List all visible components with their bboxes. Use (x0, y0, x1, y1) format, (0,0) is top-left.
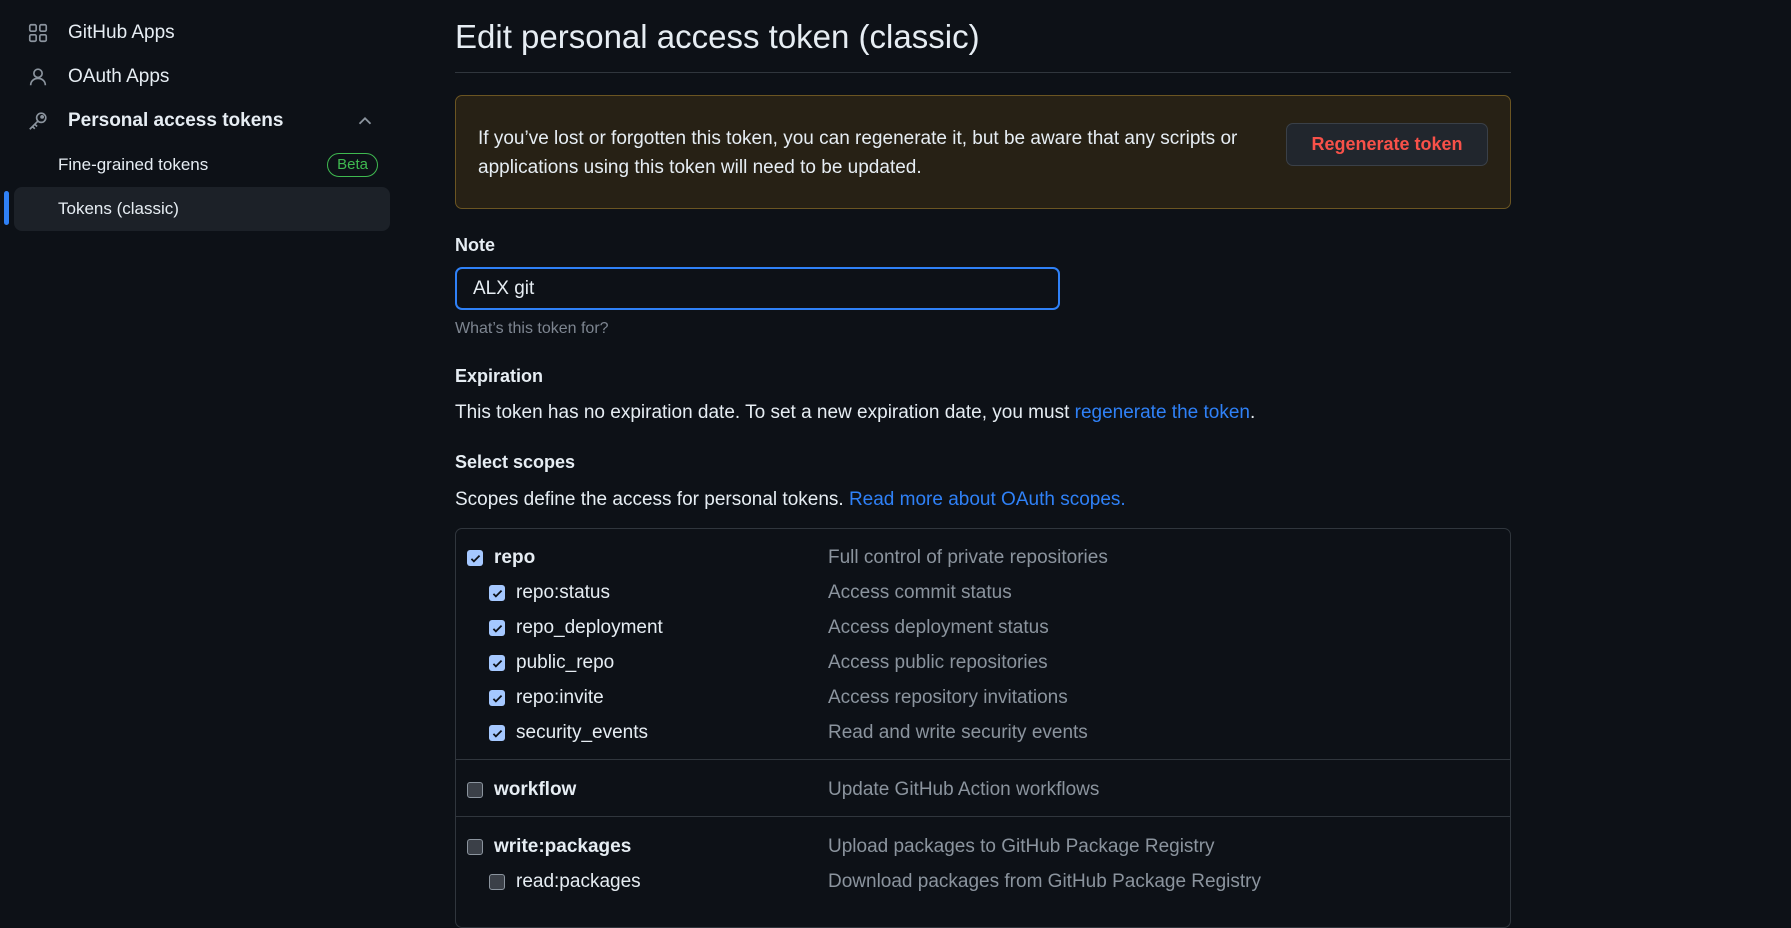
scope-description: Read and write security events (828, 722, 1088, 743)
sidebar-item-label: GitHub Apps (68, 22, 175, 43)
sidebar-item-label: Fine-grained tokens (58, 155, 209, 174)
scope-divider (456, 759, 1510, 760)
scope-name: repo:status (516, 582, 610, 603)
scope-row-repo: repo Full control of private repositorie… (456, 541, 1510, 575)
scope-name: read:packages (516, 871, 641, 892)
scope-row-workflow: workflow Update GitHub Action workflows (456, 773, 1510, 807)
apps-grid-icon (26, 21, 50, 45)
scope-row-security-events: security_events Read and write security … (456, 716, 1510, 750)
note-hint: What’s this token for? (455, 320, 609, 337)
scope-name: repo (494, 547, 536, 568)
scope-description: Access repository invitations (828, 687, 1068, 708)
scopes-list: repo Full control of private repositorie… (455, 528, 1511, 928)
scope-row-public-repo: public_repo Access public repositories (456, 646, 1510, 680)
scope-description: Access deployment status (828, 617, 1049, 638)
scope-description: Update GitHub Action workflows (828, 779, 1100, 800)
scope-divider (456, 816, 1510, 817)
scopes-text-body: Scopes define the access for personal to… (455, 489, 849, 510)
scope-name: write:packages (494, 836, 632, 857)
note-input[interactable] (455, 267, 1060, 310)
beta-badge: Beta (327, 153, 378, 177)
sidebar-item-oauth-apps[interactable]: OAuth Apps (14, 56, 390, 98)
scope-name: public_repo (516, 652, 615, 673)
scope-checkbox[interactable] (489, 690, 505, 706)
settings-sidebar: GitHub Apps OAuth Apps Personal access t… (0, 0, 400, 889)
person-icon (26, 65, 50, 89)
scope-checkbox[interactable] (489, 874, 505, 890)
scope-name: repo_deployment (516, 617, 663, 638)
scopes-text: Scopes define the access for personal to… (455, 489, 1126, 511)
scope-checkbox[interactable] (467, 782, 483, 798)
scope-checkbox[interactable] (489, 585, 505, 601)
scope-row-write-packages: write:packages Upload packages to GitHub… (456, 830, 1510, 864)
regenerate-token-link[interactable]: regenerate the token (1075, 402, 1250, 423)
key-icon (26, 109, 50, 133)
scope-description: Download packages from GitHub Package Re… (828, 871, 1261, 892)
note-label: Note (455, 235, 495, 255)
sidebar-item-label: OAuth Apps (68, 66, 170, 87)
page-title: Edit personal access token (classic) (455, 18, 980, 55)
scopes-label: Select scopes (455, 452, 576, 472)
chevron-up-icon[interactable] (354, 110, 376, 132)
scope-name: security_events (516, 722, 649, 743)
scope-description: Upload packages to GitHub Package Regist… (828, 836, 1215, 857)
scope-checkbox[interactable] (467, 839, 483, 855)
oauth-scopes-link[interactable]: Read more about OAuth scopes. (849, 489, 1126, 510)
expiration-text-body: This token has no expiration date. To se… (455, 402, 1075, 423)
regenerate-token-button[interactable]: Regenerate token (1286, 123, 1488, 166)
regenerate-warning: If you’ve lost or forgotten this token, … (455, 95, 1511, 209)
scope-row-read-packages: read:packages Download packages from Git… (456, 865, 1510, 899)
active-indicator (4, 191, 9, 225)
sidebar-item-personal-access-tokens[interactable]: Personal access tokens (14, 100, 390, 142)
scope-checkbox[interactable] (489, 620, 505, 636)
sidebar-item-label: Personal access tokens (68, 110, 284, 131)
warning-text: If you’ve lost or forgotten this token, … (478, 128, 1238, 178)
scope-checkbox[interactable] (489, 725, 505, 741)
sidebar-item-github-apps[interactable]: GitHub Apps (14, 12, 390, 54)
sidebar-item-label: Tokens (classic) (58, 199, 179, 218)
scope-row-repo-status: repo:status Access commit status (456, 576, 1510, 610)
scope-checkbox[interactable] (467, 550, 483, 566)
expiration-label: Expiration (455, 366, 544, 386)
scope-name: repo:invite (516, 687, 604, 708)
scope-description: Access commit status (828, 582, 1012, 603)
scope-name: workflow (494, 779, 577, 800)
scope-row-repo-invite: repo:invite Access repository invitation… (456, 681, 1510, 715)
sidebar-item-tokens-classic[interactable]: Tokens (classic) (14, 187, 390, 231)
divider (455, 72, 1511, 73)
scope-row-repo-deployment: repo_deployment Access deployment status (456, 611, 1510, 645)
scope-description: Full control of private repositories (828, 547, 1108, 568)
expiration-text: This token has no expiration date. To se… (455, 402, 1255, 424)
expiration-text-end: . (1249, 402, 1256, 423)
scope-description: Access public repositories (828, 652, 1048, 673)
scope-checkbox[interactable] (489, 655, 505, 671)
sidebar-item-fine-grained-tokens[interactable]: Fine-grained tokens Beta (14, 143, 390, 187)
